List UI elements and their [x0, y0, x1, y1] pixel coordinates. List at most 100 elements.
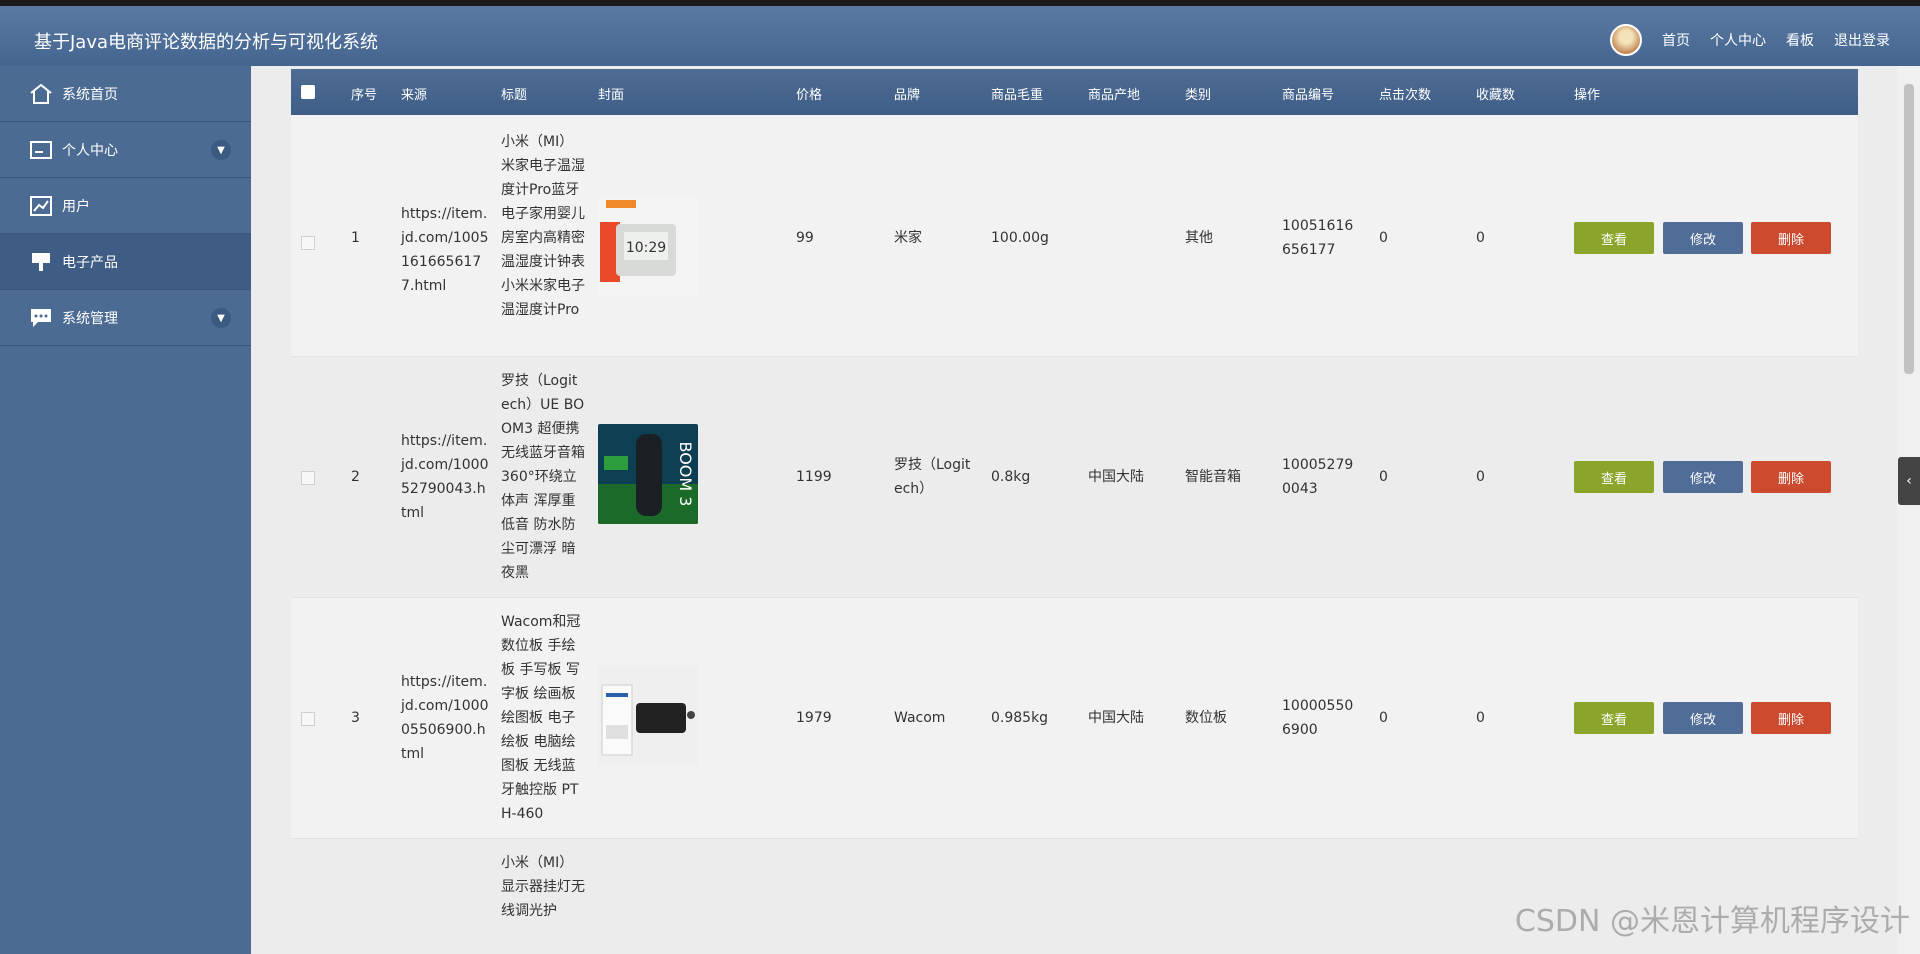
dashboard-link[interactable]: 看板 [1786, 30, 1814, 50]
sidebar-item-label: 个人中心 [62, 142, 118, 159]
table-row: 2 https://item.jd.com/100052790043.html … [291, 357, 1858, 598]
app-title: 基于Java电商评论数据的分析与可视化系统 [34, 32, 379, 53]
collapse-panel-icon[interactable]: ‹ [1898, 457, 1920, 505]
main-content: 序号 来源 标题 封面 价格 品牌 商品毛重 商品产地 类别 商品编号 点击次数… [251, 66, 1897, 954]
cell-sku: 10051616656177 [1282, 218, 1354, 258]
cell-weight: 0.8kg [991, 469, 1031, 485]
row-checkbox[interactable] [301, 471, 315, 485]
product-cover-image: BOOM 3 [598, 424, 698, 524]
cell-brand: 罗技（Logitech） [894, 457, 971, 497]
cell-title: Wacom和冠数位板 手绘板 手写板 写字板 绘画板 绘图板 电子绘板 电脑绘图… [501, 614, 581, 822]
header-price: 价格 [796, 88, 823, 103]
cell-price: 1979 [796, 710, 832, 726]
cell-index: 2 [351, 469, 360, 485]
header-title: 标题 [501, 88, 528, 103]
cell-price: 1199 [796, 469, 832, 485]
chevron-down-icon[interactable]: ▼ [211, 308, 231, 328]
view-button[interactable]: 查看 [1574, 702, 1654, 734]
sidebar-item-system[interactable]: 系统管理 ▼ [0, 290, 251, 346]
cell-favorites: 0 [1476, 710, 1485, 726]
cell-category: 智能音箱 [1185, 469, 1241, 485]
table-row: 3 https://item.jd.com/100005506900.html … [291, 598, 1858, 839]
table-row: 1 https://item.jd.com/10051616656177.htm… [291, 115, 1858, 357]
watermark: CSDN @米恩计算机程序设计 [1514, 904, 1910, 939]
sidebar-item-label: 系统首页 [62, 86, 118, 103]
cell-source[interactable]: https://item.jd.com/10051616656177.html [401, 202, 491, 298]
cell-favorites: 0 [1476, 230, 1485, 246]
sidebar-item-label: 电子产品 [62, 254, 118, 271]
header-cover: 封面 [598, 88, 625, 103]
scrollbar-thumb[interactable] [1904, 84, 1914, 374]
sidebar-item-profile[interactable]: 个人中心 ▼ [0, 122, 251, 178]
cell-clicks: 0 [1379, 469, 1388, 485]
cell-favorites: 0 [1476, 469, 1485, 485]
cell-clicks: 0 [1379, 230, 1388, 246]
svg-text:BOOM 3: BOOM 3 [676, 442, 695, 507]
product-cover-image: 10:29 [598, 196, 698, 296]
header-source: 来源 [401, 88, 428, 103]
avatar[interactable] [1610, 24, 1642, 56]
cell-brand: Wacom [894, 710, 946, 726]
header-index: 序号 [351, 88, 378, 103]
select-all-checkbox[interactable] [301, 85, 315, 99]
sidebar-item-users[interactable]: 用户 [0, 178, 251, 234]
product-table: 序号 来源 标题 封面 价格 品牌 商品毛重 商品产地 类别 商品编号 点击次数… [291, 69, 1858, 954]
edit-button[interactable]: 修改 [1663, 461, 1743, 493]
cell-title: 小米（MI）显示器挂灯无线调光护 [501, 855, 585, 919]
header-actions: 操作 [1574, 88, 1601, 103]
cell-category: 其他 [1185, 230, 1213, 246]
delete-button[interactable]: 删除 [1751, 461, 1831, 493]
header-category: 类别 [1185, 88, 1212, 103]
svg-text:10:29: 10:29 [626, 240, 666, 256]
cell-index: 1 [351, 230, 360, 246]
cell-weight: 100.00g [991, 230, 1049, 246]
cell-source[interactable]: https://item.jd.com/100005506900.html [401, 670, 491, 766]
monitor-icon [28, 251, 54, 273]
header-brand: 品牌 [894, 88, 921, 103]
cell-title: 小米（MI）米家电子温湿度计Pro蓝牙电子家用婴儿房室内高精密温湿度计钟表 小米… [501, 134, 585, 318]
card-icon [28, 139, 54, 161]
header-weight: 商品毛重 [991, 88, 1044, 103]
cell-origin: 中国大陆 [1088, 710, 1144, 726]
cell-price: 99 [796, 230, 814, 246]
sidebar-item-label: 系统管理 [62, 310, 118, 327]
cell-sku: 100052790043 [1282, 457, 1354, 497]
cell-origin: 中国大陆 [1088, 469, 1144, 485]
cell-brand: 米家 [894, 230, 922, 246]
cell-title: 罗技（Logitech）UE BOOM3 超便携无线蓝牙音箱 360°环绕立体声… [501, 373, 585, 581]
cell-category: 数位板 [1185, 710, 1227, 726]
header-sku: 商品编号 [1282, 88, 1335, 103]
table-header: 序号 来源 标题 封面 价格 品牌 商品毛重 商品产地 类别 商品编号 点击次数… [291, 69, 1858, 115]
sidebar-item-label: 用户 [62, 198, 90, 215]
logout-link[interactable]: 退出登录 [1834, 30, 1890, 50]
product-cover-image [598, 665, 698, 765]
header-origin: 商品产地 [1088, 88, 1141, 103]
row-checkbox[interactable] [301, 712, 315, 726]
header-favorites: 收藏数 [1476, 88, 1516, 103]
delete-button[interactable]: 删除 [1751, 222, 1831, 254]
chat-icon [28, 307, 54, 329]
top-nav: 首页 个人中心 看板 退出登录 [1610, 24, 1890, 56]
sidebar-item-electronics[interactable]: 电子产品 [0, 234, 251, 290]
header-clicks: 点击次数 [1379, 88, 1432, 103]
edit-button[interactable]: 修改 [1663, 222, 1743, 254]
home-icon [28, 83, 54, 105]
view-button[interactable]: 查看 [1574, 461, 1654, 493]
chart-icon [28, 195, 54, 217]
chevron-down-icon[interactable]: ▼ [211, 140, 231, 160]
page-scrollbar[interactable] [1897, 66, 1920, 954]
profile-link[interactable]: 个人中心 [1710, 30, 1766, 50]
home-link[interactable]: 首页 [1662, 30, 1690, 50]
row-checkbox[interactable] [301, 236, 315, 250]
view-button[interactable]: 查看 [1574, 222, 1654, 254]
edit-button[interactable]: 修改 [1663, 702, 1743, 734]
delete-button[interactable]: 删除 [1751, 702, 1831, 734]
top-bar: 基于Java电商评论数据的分析与可视化系统 首页 个人中心 看板 退出登录 [0, 0, 1920, 66]
cell-clicks: 0 [1379, 710, 1388, 726]
cell-sku: 100005506900 [1282, 698, 1354, 738]
sidebar-item-home[interactable]: 系统首页 [0, 66, 251, 122]
cell-source[interactable]: https://item.jd.com/100052790043.html [401, 429, 491, 525]
sidebar: 系统首页 个人中心 ▼ 用户 电子产品 系统管理 ▼ [0, 66, 251, 954]
cell-weight: 0.985kg [991, 710, 1049, 726]
cell-index: 3 [351, 710, 360, 726]
